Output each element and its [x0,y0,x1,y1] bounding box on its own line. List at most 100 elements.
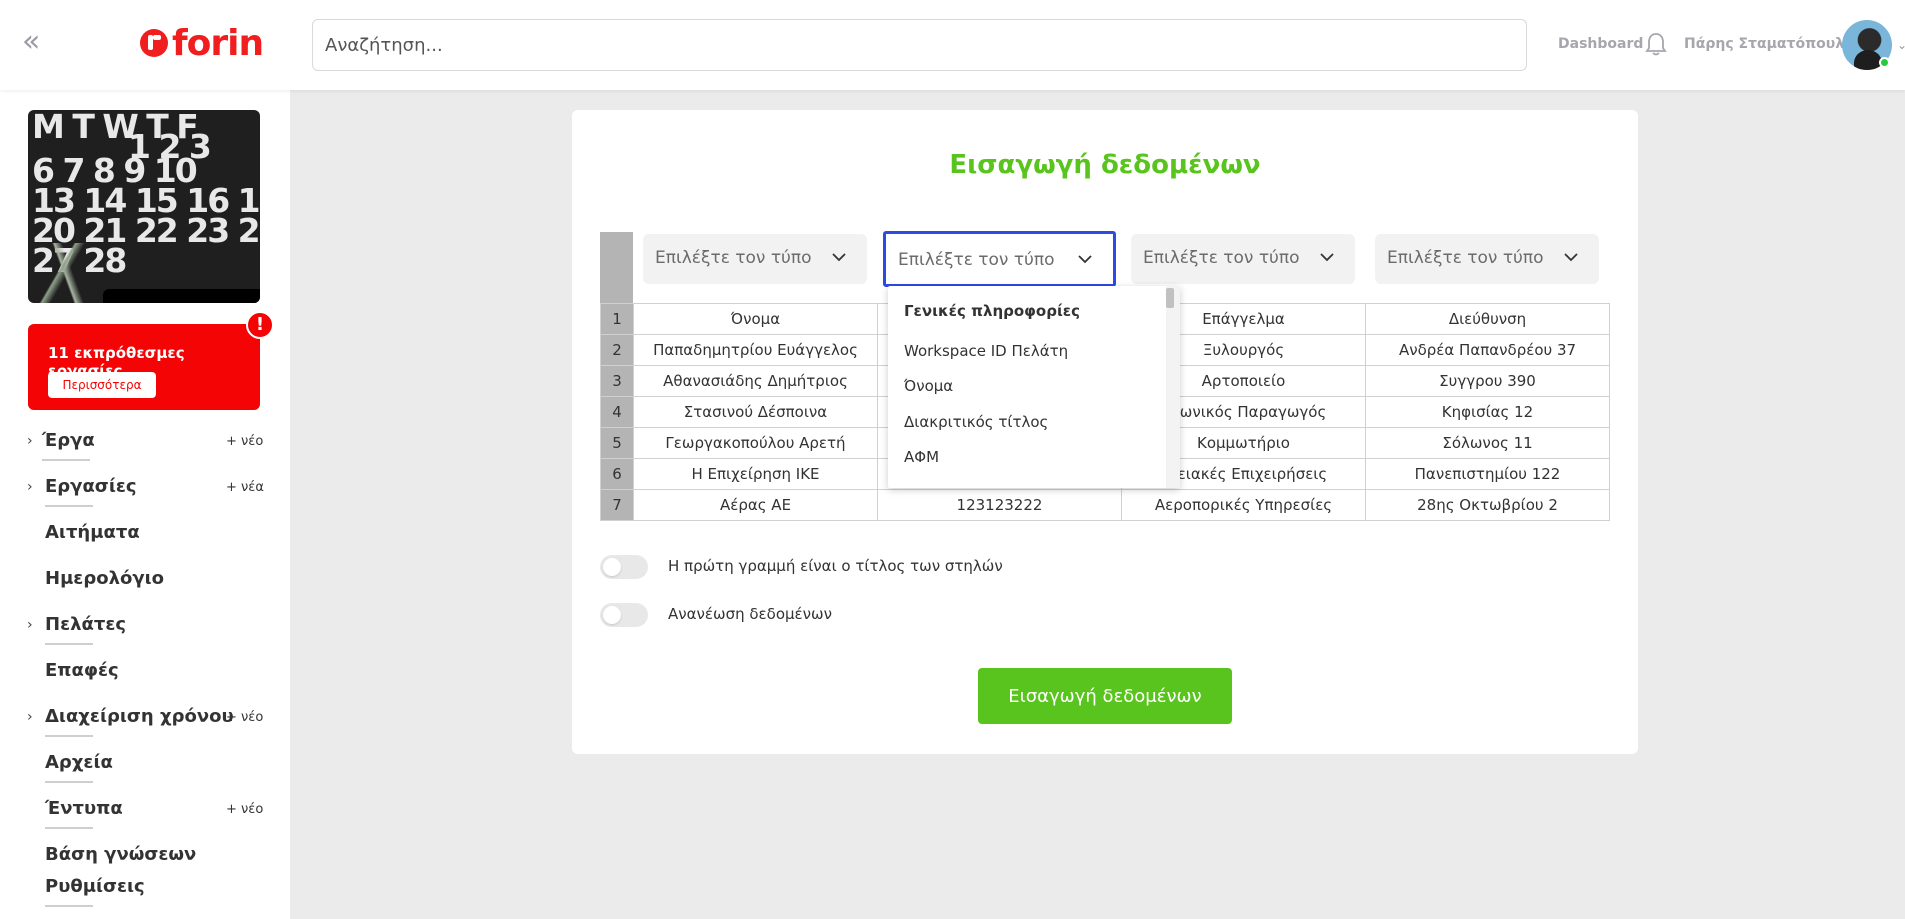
sidebar-item-label: Εργασίες [45,476,137,497]
screen-edge-decoration [103,289,260,303]
nav-underline [45,781,93,783]
column-type-select-3[interactable]: Επιλέξτε τον τύπο [1131,234,1355,284]
table-cell: Η Επιχείρηση ΙΚΕ [633,458,878,490]
nav-underline [45,905,93,907]
sidebar-item-settings[interactable]: Ρυθμίσεις [0,874,290,910]
row-number-cell: 7 [600,489,634,521]
select-placeholder: Επιλέξτε τον τύπο [655,248,812,268]
new-form-link[interactable]: + νέο [226,802,263,817]
row-number-cell: 3 [600,365,634,397]
sidebar-item-time-management[interactable]: › Διαχείριση χρόνου + νέο [0,704,290,740]
table-cell: Γεωργακοπούλου Αρετή [633,427,878,459]
more-button[interactable]: Περισσότερα [48,372,156,398]
select-placeholder: Επιλέξτε τον τύπο [1143,248,1300,268]
toggle-label: Η πρώτη γραμμή είναι ο τίτλος των στηλών [668,557,1003,575]
chevron-right-icon: › [27,709,33,725]
sidebar-item-label: Αιτήματα [45,522,140,543]
table-cell: Αέρας ΑΕ [633,489,878,521]
option-name[interactable]: Όνομα [904,377,953,395]
collapse-sidebar-icon[interactable]: « [22,27,46,57]
nav-underline [45,643,93,645]
chevron-down-icon [1078,255,1092,264]
overdue-tasks-alert: 11 εκπρόθεσμες εργασίες Περισσότερα [28,324,260,410]
plant-decoration [28,243,108,303]
page-title: Εισαγωγή δεδομένων [949,150,1261,180]
sidebar-item-label: Επαφές [45,660,119,681]
user-menu-chevron-icon[interactable]: ⌄ [1897,38,1905,52]
search-input[interactable] [312,19,1527,71]
sidebar-item-label: Βάση γνώσεων [45,844,197,865]
sidebar-item-files[interactable]: Αρχεία [0,750,290,786]
logo-text: forin [172,22,264,64]
new-task-link[interactable]: + νέα [226,480,264,495]
nav-underline [45,505,93,507]
new-project-link[interactable]: + νέο [226,434,263,449]
sidebar-item-contacts[interactable]: Επαφές [0,658,290,694]
column-type-select-1[interactable]: Επιλέξτε τον τύπο [643,234,867,284]
column-type-dropdown: Γενικές πληροφορίες Workspace ID Πελάτη … [888,286,1180,488]
sidebar-item-calendar[interactable]: Ημερολόγιο [0,566,290,602]
select-placeholder: Επιλέξτε τον τύπο [898,250,1055,270]
sidebar-item-requests[interactable]: Αιτήματα [0,520,290,556]
sidebar-item-clients[interactable]: › Πελάτες [0,612,290,648]
select-placeholder: Επιλέξτε τον τύπο [1387,248,1544,268]
sidebar-item-tasks[interactable]: › Εργασίες + νέα [0,474,290,510]
row-number-cell: 2 [600,334,634,366]
dropdown-scrollbar-track[interactable] [1166,286,1180,488]
nav-underline [42,459,90,461]
chevron-right-icon: › [27,433,33,449]
table-cell: Στασινού Δέσποινα [633,396,878,428]
sidebar: M T W T F 1 2 3 6 7 8 9 10 13 14 15 16 1… [0,90,290,919]
chevron-right-icon: › [27,617,33,633]
chevron-down-icon [1564,253,1578,262]
sidebar-item-projects[interactable]: › Έργα + νέο [0,428,290,464]
table-cell: 28ης Οκτωβρίου 2 [1365,489,1610,521]
data-import-card: Εισαγωγή δεδομένων Επιλέξτε τον τύπο Επι… [572,110,1638,754]
sidebar-item-knowledge-base[interactable]: Βάση γνώσεων [0,842,290,878]
table-cell: Ανδρέα Παπανδρέου 37 [1365,334,1610,366]
option-distinctive-title[interactable]: Διακριτικός τίτλος [904,413,1048,431]
row-number-cell: 5 [600,427,634,459]
table-cell: Πανεπιστημίου 122 [1365,458,1610,490]
table-row: 7 Αέρας ΑΕ 123123222 Αεροπορικές Υπηρεσίες 2… [600,489,1610,521]
chevron-right-icon: › [27,479,33,495]
table-cell: Σόλωνος 11 [1365,427,1610,459]
online-status-dot [1879,57,1890,68]
import-data-button[interactable]: Εισαγωγή δεδομένων [978,668,1232,724]
chevron-down-icon [832,253,846,262]
option-group-label: Γενικές πληροφορίες [904,302,1081,320]
table-cell: Συγγρου 390 [1365,365,1610,397]
nav-underline [45,735,93,737]
dashboard-link[interactable]: Dashboard [1558,36,1643,52]
sidebar-item-label: Αρχεία [45,752,113,773]
alert-exclamation-icon: ! [246,311,274,339]
dropdown-scrollbar-thumb[interactable] [1166,288,1174,308]
toggle-label: Ανανέωση δεδομένων [668,605,832,623]
sidebar-item-label: Ημερολόγιο [45,568,164,589]
sidebar-item-label: Έντυπα [45,798,123,819]
row-number-header [600,232,633,303]
row-number-cell: 1 [600,303,634,335]
table-cell: Διεύθυνση [1365,303,1610,335]
row-number-cell: 6 [600,458,634,490]
calendar-image: M T W T F 1 2 3 6 7 8 9 10 13 14 15 16 1… [28,110,260,303]
logo[interactable]: forin [140,22,264,64]
new-time-entry-link[interactable]: + νέο [226,710,263,725]
sidebar-item-forms[interactable]: Έντυπα + νέο [0,796,290,832]
table-cell: Κηφισίας 12 [1365,396,1610,428]
sidebar-item-label: Πελάτες [45,614,127,635]
column-type-select-2[interactable]: Επιλέξτε τον τύπο [883,231,1116,287]
top-header: « forin Dashboard Πάρης Σταματόπουλος ⌄ [0,0,1905,90]
option-workspace-id[interactable]: Workspace ID Πελάτη [904,342,1068,360]
bell-icon[interactable] [1645,32,1667,56]
refresh-data-switch[interactable] [600,603,648,627]
option-vat-number[interactable]: ΑΦΜ [904,448,939,466]
user-name[interactable]: Πάρης Σταματόπουλος [1684,36,1862,52]
column-type-select-4[interactable]: Επιλέξτε τον τύπο [1375,234,1599,284]
nav-underline [45,827,93,829]
sidebar-item-label: Έργα [42,430,95,451]
table-cell: Όνομα [633,303,878,335]
chevron-down-icon [1320,253,1334,262]
header-row-switch[interactable] [600,555,648,579]
table-cell: Παπαδημητρίου Ευάγγελος [633,334,878,366]
